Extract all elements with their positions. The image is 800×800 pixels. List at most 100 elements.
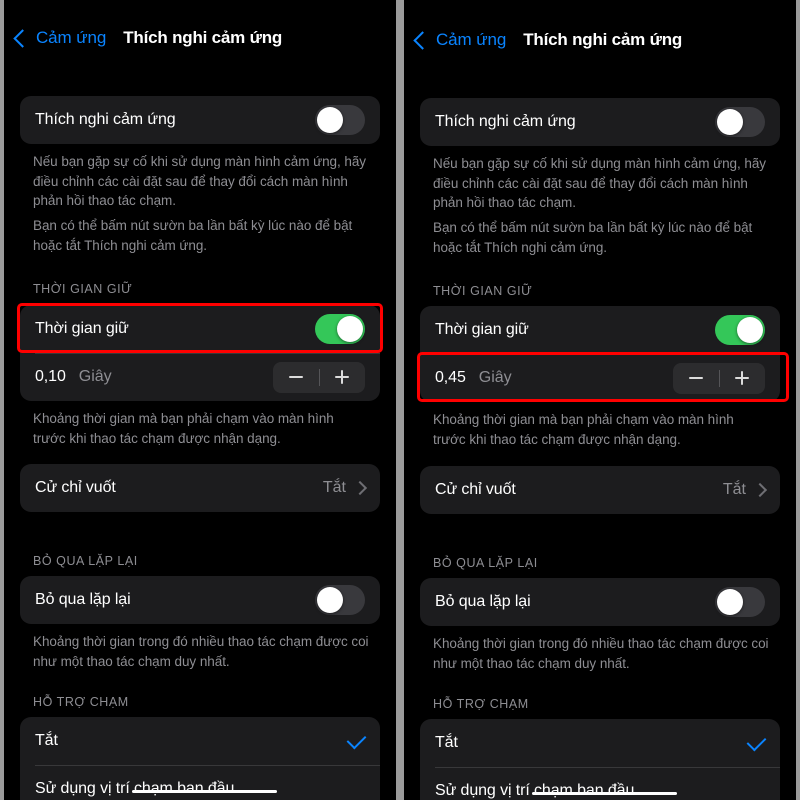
row-divider xyxy=(35,765,380,766)
navigation-bar: Cảm ứng Thích nghi cảm ứng xyxy=(404,24,796,56)
swipe-gestures-label: Cử chỉ vuốt xyxy=(435,481,516,498)
swipe-gestures-group: Cử chỉ vuốt Tắt xyxy=(20,464,380,512)
back-button[interactable]: Cảm ứng xyxy=(413,30,507,50)
hold-duration-group: Thời gian giữ 0,10 Giây xyxy=(20,305,380,401)
touch-assist-option-off[interactable]: Tắt xyxy=(20,717,380,765)
plus-icon xyxy=(335,370,350,384)
touch-assist-option-label: Sử dụng vị trí chạm ban đầu xyxy=(35,780,235,797)
ignore-repeat-footnote: Khoảng thời gian trong đó nhiều thao tác… xyxy=(33,634,369,669)
hold-duration-stepper[interactable] xyxy=(673,362,766,394)
minus-icon xyxy=(288,370,303,384)
adaptive-touch-toggle[interactable] xyxy=(715,107,765,137)
hold-duration-unit: Giây xyxy=(478,369,512,386)
row-divider xyxy=(435,767,780,768)
hold-duration-value: 0,45 xyxy=(435,369,466,386)
touch-assist-option-off[interactable]: Tắt xyxy=(420,719,780,767)
touch-assist-group: Tắt Sử dụng vị trí chạm ban đầu xyxy=(20,717,380,800)
chevron-left-icon xyxy=(413,30,432,50)
swipe-gestures-value: Tắt xyxy=(322,479,346,496)
adaptive-touch-label: Thích nghi cảm ứng xyxy=(435,113,576,130)
touch-assist-section-header: HỖ TRỢ CHẠM xyxy=(33,695,129,709)
chevron-left-icon xyxy=(13,28,32,48)
toggle-knob xyxy=(717,109,743,135)
hold-duration-footnote: Khoảng thời gian mà bạn phải chạm vào mà… xyxy=(33,411,334,446)
ignore-repeat-toggle[interactable] xyxy=(315,585,365,615)
ignore-repeat-section-header: BỎ QUA LẶP LẠI xyxy=(33,554,138,568)
row-divider xyxy=(435,354,780,355)
minus-icon xyxy=(688,371,703,385)
hold-duration-toggle[interactable] xyxy=(315,314,365,344)
hold-duration-stepper[interactable] xyxy=(273,361,366,393)
hold-duration-section-header: THỜI GIAN GIỮ xyxy=(433,284,533,298)
touch-assist-option-initial[interactable]: Sử dụng vị trí chạm ban đầu xyxy=(20,765,380,800)
plus-icon xyxy=(735,371,750,385)
navigation-bar: Cảm ứng Thích nghi cảm ứng xyxy=(4,22,396,54)
ignore-repeat-row[interactable]: Bỏ qua lặp lại xyxy=(20,576,380,624)
adaptive-touch-toggle[interactable] xyxy=(315,105,365,135)
adaptive-touch-group: Thích nghi cảm ứng xyxy=(20,96,380,144)
ignore-repeat-label: Bỏ qua lặp lại xyxy=(35,591,131,608)
hold-duration-unit: Giây xyxy=(78,368,112,385)
phone-screenshot-left: Cảm ứng Thích nghi cảm ứng Thích nghi cả… xyxy=(0,0,396,800)
chevron-right-icon xyxy=(752,482,768,498)
page-title: Thích nghi cảm ứng xyxy=(123,28,283,47)
hold-duration-stepper-row[interactable]: 0,45 Giây xyxy=(420,354,780,402)
adaptive-touch-footnote-1: Nếu bạn gặp sự cố khi sử dụng màn hình c… xyxy=(433,156,767,211)
phone-screenshot-right: Cảm ứng Thích nghi cảm ứng Thích nghi cả… xyxy=(396,0,800,800)
swipe-gestures-group: Cử chỉ vuốt Tắt xyxy=(420,466,780,514)
adaptive-touch-label: Thích nghi cảm ứng xyxy=(35,111,176,128)
hold-duration-label: Thời gian giữ xyxy=(435,321,529,338)
chevron-right-icon xyxy=(352,480,368,496)
ignore-repeat-group: Bỏ qua lặp lại xyxy=(420,578,780,626)
ignore-repeat-row[interactable]: Bỏ qua lặp lại xyxy=(420,578,780,626)
touch-assist-section-header: HỖ TRỢ CHẠM xyxy=(433,697,529,711)
hold-duration-footnote: Khoảng thời gian mà bạn phải chạm vào mà… xyxy=(433,412,734,447)
toggle-knob xyxy=(717,589,743,615)
swipe-gestures-row[interactable]: Cử chỉ vuốt Tắt xyxy=(20,464,380,512)
stepper-decrement-button[interactable] xyxy=(673,363,719,394)
stepper-increment-button[interactable] xyxy=(320,362,366,393)
hold-duration-group: Thời gian giữ 0,45 Giây xyxy=(420,306,780,402)
adaptive-touch-footnote-2: Bạn có thể bấm nút sườn ba lần bất kỳ lú… xyxy=(433,220,753,255)
back-button-label: Cảm ứng xyxy=(36,28,107,47)
hold-duration-section-header: THỜI GIAN GIỮ xyxy=(33,282,133,296)
toggle-knob xyxy=(317,587,343,613)
adaptive-touch-row[interactable]: Thích nghi cảm ứng xyxy=(420,98,780,146)
ignore-repeat-section-header: BỎ QUA LẶP LẠI xyxy=(433,556,538,570)
checkmark-icon xyxy=(346,729,367,749)
swipe-gestures-row[interactable]: Cử chỉ vuốt Tắt xyxy=(420,466,780,514)
checkmark-icon xyxy=(746,731,767,751)
hold-duration-toggle-row[interactable]: Thời gian giữ xyxy=(20,305,380,353)
screenshot-stage: Cảm ứng Thích nghi cảm ứng Thích nghi cả… xyxy=(0,0,800,800)
toggle-knob xyxy=(737,317,763,343)
adaptive-touch-footnote-1: Nếu bạn gặp sự cố khi sử dụng màn hình c… xyxy=(33,154,367,209)
hold-duration-toggle-row[interactable]: Thời gian giữ xyxy=(420,306,780,354)
toggle-knob xyxy=(317,107,343,133)
adaptive-touch-row[interactable]: Thích nghi cảm ứng xyxy=(20,96,380,144)
touch-assist-option-label: Sử dụng vị trí chạm ban đầu xyxy=(435,782,635,799)
stepper-increment-button[interactable] xyxy=(720,363,766,394)
adaptive-touch-group: Thích nghi cảm ứng xyxy=(420,98,780,146)
row-divider xyxy=(35,353,380,354)
back-button[interactable]: Cảm ứng xyxy=(13,28,107,48)
touch-assist-option-initial[interactable]: Sử dụng vị trí chạm ban đầu xyxy=(420,767,780,800)
hold-duration-value: 0,10 xyxy=(35,368,66,385)
scroll-artifact-line xyxy=(132,790,277,793)
stepper-decrement-button[interactable] xyxy=(273,362,319,393)
touch-assist-group: Tắt Sử dụng vị trí chạm ban đầu xyxy=(420,719,780,800)
settings-screen-right: Cảm ứng Thích nghi cảm ứng Thích nghi cả… xyxy=(404,0,796,800)
ignore-repeat-footnote: Khoảng thời gian trong đó nhiều thao tác… xyxy=(433,636,769,671)
toggle-knob xyxy=(337,316,363,342)
hold-duration-label: Thời gian giữ xyxy=(35,320,129,337)
swipe-gestures-label: Cử chỉ vuốt xyxy=(35,479,116,496)
touch-assist-option-label: Tắt xyxy=(435,734,458,751)
swipe-gestures-value: Tắt xyxy=(722,481,746,498)
touch-assist-option-label: Tắt xyxy=(35,732,58,749)
hold-duration-stepper-row[interactable]: 0,10 Giây xyxy=(20,353,380,401)
ignore-repeat-toggle[interactable] xyxy=(715,587,765,617)
hold-duration-toggle[interactable] xyxy=(715,315,765,345)
scroll-artifact-line xyxy=(532,792,677,795)
settings-screen-left: Cảm ứng Thích nghi cảm ứng Thích nghi cả… xyxy=(4,0,396,800)
back-button-label: Cảm ứng xyxy=(436,30,507,49)
ignore-repeat-group: Bỏ qua lặp lại xyxy=(20,576,380,624)
